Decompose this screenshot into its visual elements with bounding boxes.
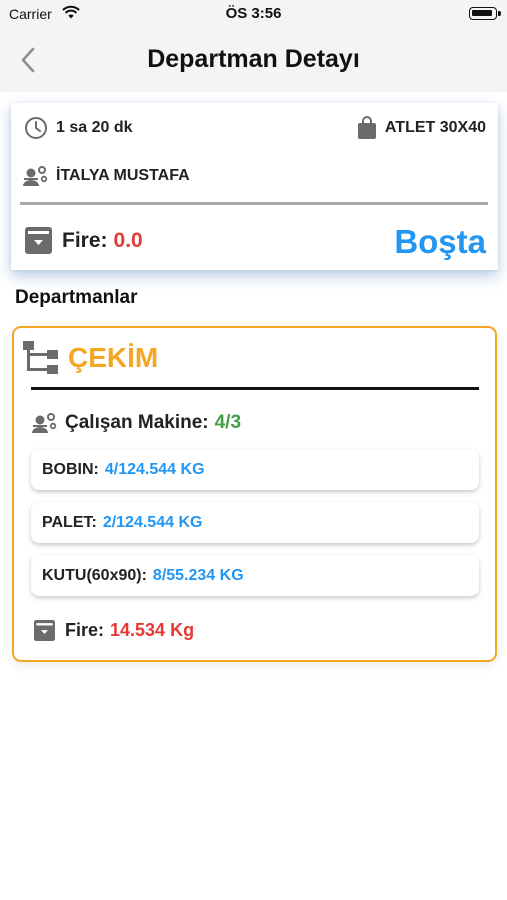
worker-gear-icon [31, 412, 57, 434]
material-row-bobin[interactable]: BOBIN: 4/124.544 KG [31, 449, 479, 490]
archive-box-icon [34, 620, 55, 641]
battery-icon [469, 7, 501, 20]
operator-name: İTALYA MUSTAFA [56, 167, 190, 184]
page-title: Departman Detayı [147, 45, 360, 73]
material-row-kutu[interactable]: KUTU(60x90): 8/55.234 KG [31, 555, 479, 596]
shopping-bag-icon [357, 116, 377, 140]
duration-text: 1 sa 20 dk [56, 119, 133, 136]
product-row: ATLET 30X40 [357, 116, 486, 140]
duration-row: 1 sa 20 dk [24, 116, 133, 140]
material-name: KUTU(60x90): [42, 566, 147, 584]
status-bar: Carrier ÖS 3:56 [0, 0, 507, 28]
department-name: ÇEKİM [68, 342, 159, 373]
department-fire-row: Fire: 14.534 Kg [34, 620, 194, 641]
department-fire-label: Fire: [65, 620, 105, 640]
fire-row: Fire: 0.0 [25, 227, 143, 254]
department-divider [31, 387, 479, 390]
operator-row: İTALYA MUSTAFA [22, 165, 190, 187]
fire-value: 0.0 [113, 228, 143, 252]
summary-card: 1 sa 20 dk ATLET 30X40 İTALYA MUSTAFA Fi… [11, 103, 498, 270]
status-time: ÖS 3:56 [225, 5, 282, 22]
material-name: BOBIN: [42, 460, 99, 478]
product-text: ATLET 30X40 [384, 119, 486, 136]
flow-diagram-icon [23, 341, 59, 375]
machine-row: Çalışan Makine: 4/3 [31, 412, 241, 434]
material-name: PALET: [42, 513, 97, 531]
material-value: 2/124.544 KG [102, 513, 203, 531]
material-row-palet[interactable]: PALET: 2/124.544 KG [31, 502, 479, 543]
fire-label: Fire: [62, 228, 108, 252]
archive-box-icon [25, 227, 52, 254]
machine-status: Boşta [394, 223, 486, 260]
machine-label: Çalışan Makine: [65, 412, 209, 433]
machine-count: 4/3 [214, 412, 242, 433]
section-title: Departmanlar [15, 287, 138, 308]
summary-divider [20, 202, 488, 205]
material-value: 4/124.544 KG [104, 460, 205, 478]
nav-bar: Departman Detayı [0, 28, 507, 92]
material-value: 8/55.234 KG [152, 566, 244, 584]
worker-gear-icon [22, 165, 48, 187]
department-header: ÇEKİM [23, 341, 158, 375]
clock-icon [24, 116, 48, 140]
department-card[interactable]: ÇEKİM Çalışan Makine: 4/3 BOBIN: 4/124.5… [12, 326, 497, 662]
department-fire-value: 14.534 Kg [110, 620, 195, 640]
